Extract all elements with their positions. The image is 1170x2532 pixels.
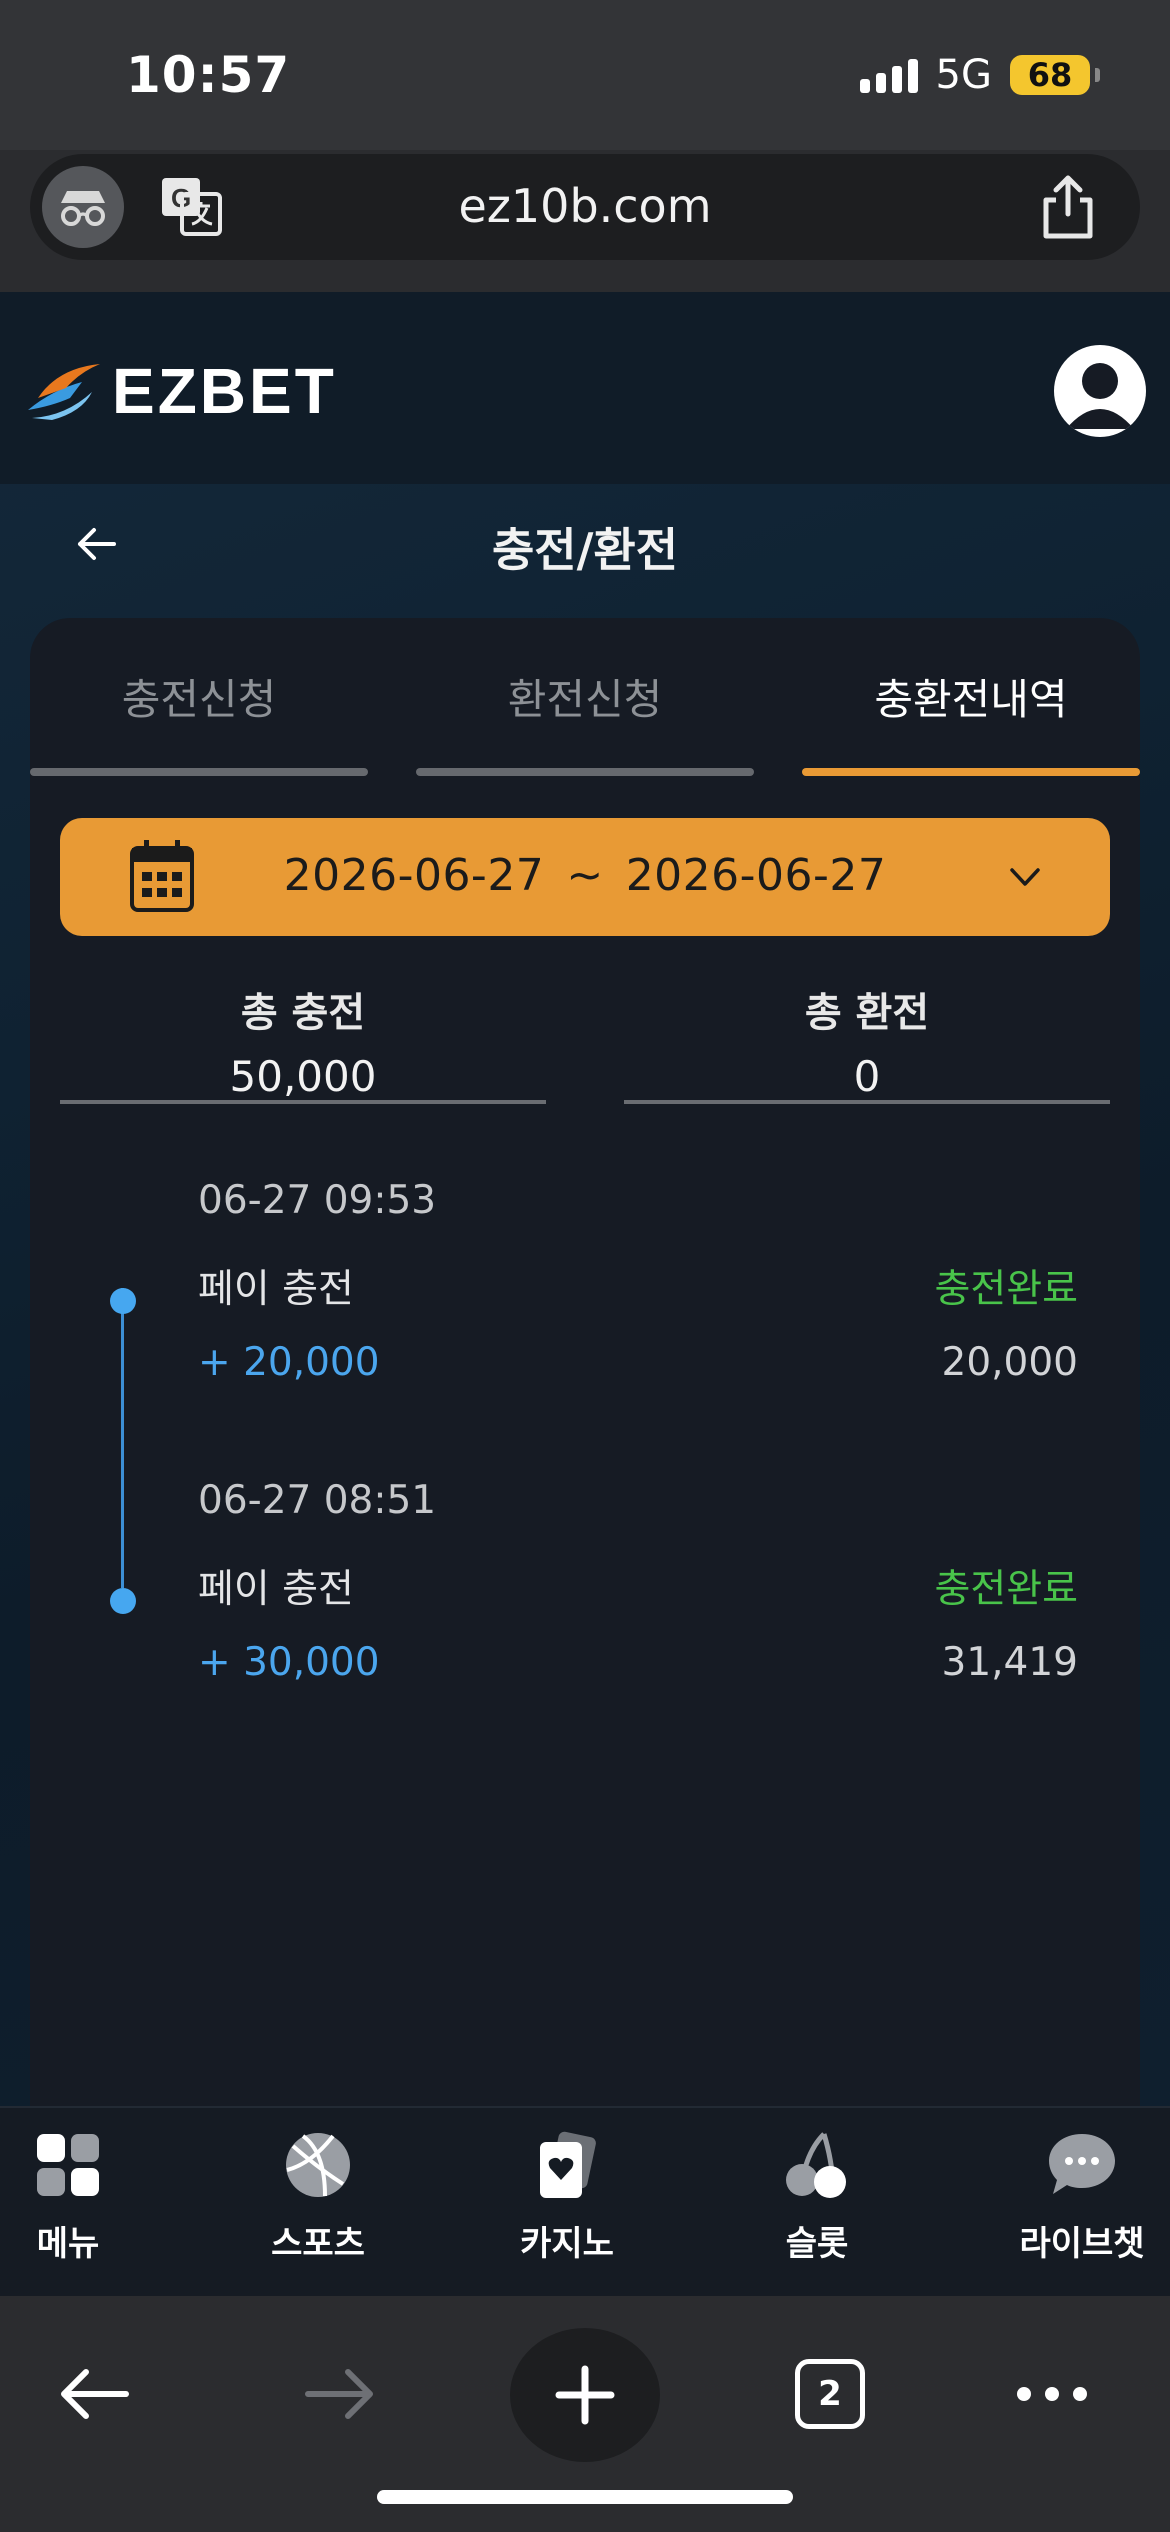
tab-count: 2 bbox=[795, 2359, 865, 2429]
totals-summary: 총 충전 50,000 총 환전 0 bbox=[60, 980, 1110, 1110]
plus-icon bbox=[555, 2365, 615, 2425]
timeline-line bbox=[121, 1288, 124, 1588]
tab-label: 충환전내역 bbox=[874, 675, 1068, 724]
transaction-status: 충전완료 bbox=[934, 1567, 1078, 1612]
total-withdraw-value: 0 bbox=[853, 1052, 881, 1101]
site-bottom-nav: 메뉴 스포츠 카지노 슬롯 라이브챗 bbox=[0, 2106, 1170, 2296]
nav-label: 라이브챗 bbox=[1019, 2224, 1145, 2264]
total-deposit-label: 총 충전 bbox=[240, 990, 366, 1036]
transaction-entry: 06-27 09:53 페이 충전 충전완료 + 20,000 20,000 bbox=[198, 1178, 1078, 1428]
nav-label: 슬롯 bbox=[785, 2224, 849, 2264]
chevron-down-icon bbox=[1006, 858, 1044, 896]
total-deposit-value: 50,000 bbox=[229, 1052, 377, 1101]
page-header: 충전/환전 bbox=[0, 484, 1170, 600]
transaction-timeline: 06-27 09:53 페이 충전 충전완료 + 20,000 20,000 0… bbox=[30, 1178, 1140, 1738]
tab-withdraw-request[interactable]: 환전신청 bbox=[416, 618, 754, 778]
network-type: 5G bbox=[935, 52, 992, 98]
cards-icon bbox=[530, 2128, 604, 2202]
date-range-text: 2026-06-27 ~2026-06-27 bbox=[60, 850, 1110, 901]
cherry-icon bbox=[780, 2128, 854, 2202]
arrow-right-icon bbox=[305, 2369, 373, 2419]
timeline-dot bbox=[110, 1288, 136, 1314]
site-viewport: EZBET 충전/환전 충전신청 환전신청 충환전내역 2026-06-27 ~… bbox=[0, 292, 1170, 2108]
tab-deposit-request[interactable]: 충전신청 bbox=[30, 618, 368, 778]
transaction-amount: + 30,000 bbox=[198, 1640, 380, 1685]
tab-underline bbox=[416, 768, 754, 776]
url-text[interactable]: ez10b.com bbox=[30, 179, 1140, 233]
transaction-status: 충전완료 bbox=[934, 1267, 1078, 1312]
tabs-button[interactable]: 2 bbox=[770, 2334, 890, 2454]
logo-text: EZBET bbox=[112, 355, 337, 427]
battery-icon: 68 bbox=[1010, 55, 1100, 95]
signal-icon bbox=[859, 57, 918, 93]
date-separator: ~ bbox=[566, 850, 604, 901]
logo-mark-icon bbox=[28, 364, 100, 420]
transaction-entry: 06-27 08:51 페이 충전 충전완료 + 30,000 31,419 bbox=[198, 1478, 1078, 1728]
status-time: 10:57 bbox=[126, 46, 291, 104]
tab-label: 충전신청 bbox=[121, 675, 277, 724]
transaction-type: 페이 충전 bbox=[198, 1267, 354, 1312]
transaction-balance: 20,000 bbox=[941, 1340, 1078, 1385]
site-header: EZBET bbox=[0, 292, 1170, 484]
chat-icon bbox=[1045, 2128, 1119, 2202]
transaction-type: 페이 충전 bbox=[198, 1567, 354, 1612]
profile-avatar-icon[interactable] bbox=[1054, 345, 1146, 437]
page-title: 충전/환전 bbox=[491, 523, 679, 577]
date-start: 2026-06-27 bbox=[283, 850, 545, 901]
address-bar[interactable]: G ez10b.com bbox=[30, 154, 1140, 260]
nav-sports[interactable]: 스포츠 bbox=[218, 2128, 418, 2288]
ezbet-logo[interactable]: EZBET bbox=[22, 354, 337, 428]
nav-menu[interactable]: 메뉴 bbox=[0, 2128, 168, 2288]
grid-icon bbox=[31, 2128, 105, 2202]
tab-bar: 충전신청 환전신청 충환전내역 bbox=[30, 618, 1140, 788]
transaction-balance: 31,419 bbox=[941, 1640, 1078, 1685]
browser-forward-button[interactable] bbox=[280, 2334, 400, 2454]
more-button[interactable] bbox=[992, 2334, 1112, 2454]
new-tab-button[interactable] bbox=[510, 2328, 660, 2462]
arrow-left-icon bbox=[61, 2369, 129, 2419]
home-indicator bbox=[377, 2490, 793, 2504]
nav-live-chat[interactable]: 라이브챗 bbox=[982, 2128, 1170, 2288]
date-end: 2026-06-27 bbox=[625, 850, 887, 901]
total-withdraw: 총 환전 0 bbox=[624, 980, 1110, 1104]
transaction-time: 06-27 09:53 bbox=[198, 1178, 437, 1223]
transaction-amount: + 20,000 bbox=[198, 1340, 380, 1385]
status-indicators: 5G 68 bbox=[859, 52, 1100, 98]
share-icon[interactable] bbox=[1038, 174, 1098, 240]
nav-label: 메뉴 bbox=[36, 2224, 100, 2264]
status-bar: 10:57 5G 68 bbox=[0, 0, 1170, 150]
browser-back-button[interactable] bbox=[34, 2334, 154, 2454]
total-deposit: 총 충전 50,000 bbox=[60, 980, 546, 1104]
more-dots-icon bbox=[1017, 2387, 1087, 2401]
nav-label: 스포츠 bbox=[271, 2224, 365, 2264]
basketball-icon bbox=[281, 2128, 355, 2202]
tab-history[interactable]: 충환전내역 bbox=[802, 618, 1140, 778]
tab-underline bbox=[30, 768, 368, 776]
transaction-time: 06-27 08:51 bbox=[198, 1478, 437, 1523]
timeline-dot bbox=[110, 1588, 136, 1614]
date-range-picker[interactable]: 2026-06-27 ~2026-06-27 bbox=[60, 818, 1110, 936]
nav-slots[interactable]: 슬롯 bbox=[717, 2128, 917, 2288]
total-withdraw-label: 총 환전 bbox=[804, 990, 930, 1036]
tab-label: 환전신청 bbox=[507, 675, 663, 724]
content-panel: 충전신청 환전신청 충환전내역 2026-06-27 ~ 2026-06-27 … bbox=[30, 618, 1140, 2108]
tab-underline bbox=[802, 768, 1140, 776]
nav-casino[interactable]: 카지노 bbox=[467, 2128, 667, 2288]
nav-label: 카지노 bbox=[520, 2224, 614, 2264]
